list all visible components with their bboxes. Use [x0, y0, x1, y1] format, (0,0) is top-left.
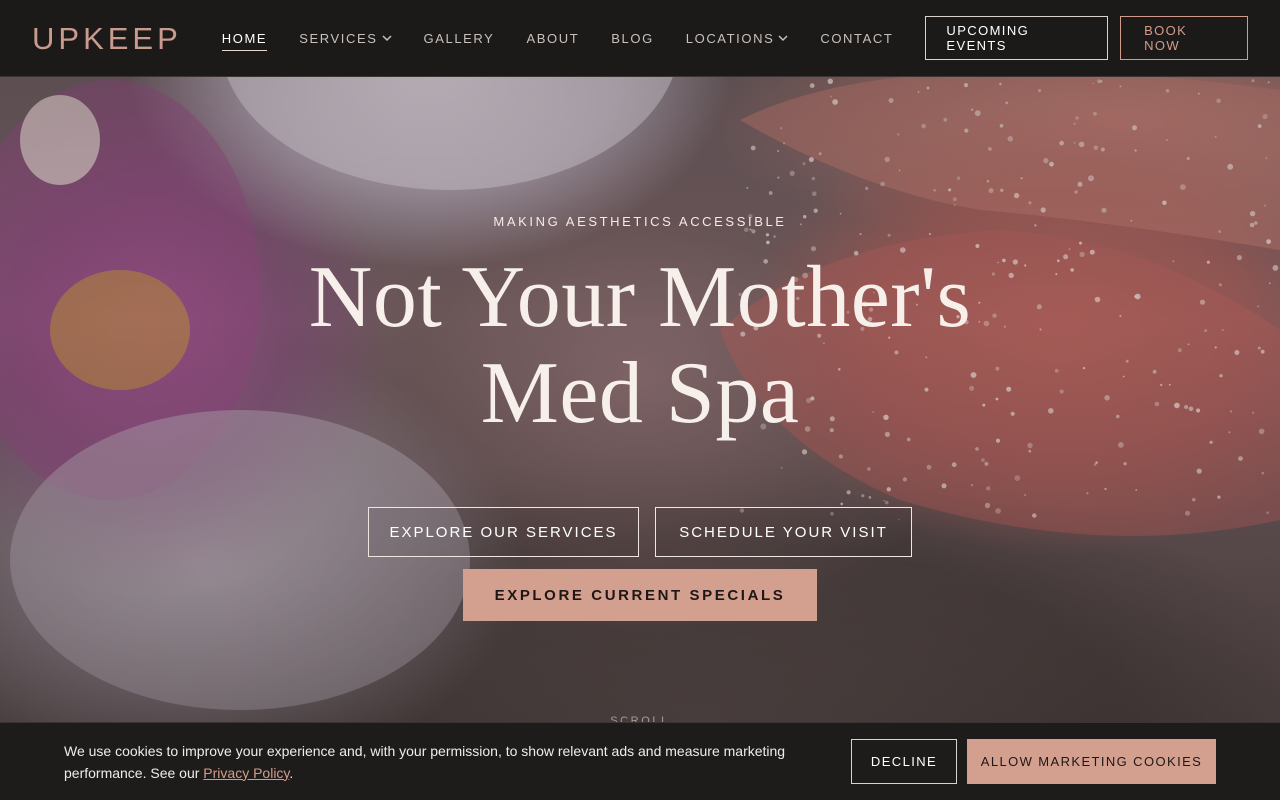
decline-cookies-button[interactable]: DECLINE [851, 739, 957, 784]
nav-gallery-label: GALLERY [423, 30, 495, 46]
book-now-button[interactable]: BOOK NOW [1120, 16, 1248, 60]
cookie-text-end: . [289, 764, 294, 781]
hero-eyebrow: MAKING AESTHETICS ACCESSIBLE [493, 214, 787, 229]
upcoming-events-button[interactable]: UPCOMING EVENTS [925, 16, 1109, 60]
site-header: UPKEEP HOME SERVICES GALLERY ABOUT BLOG … [0, 0, 1280, 77]
nav-blog-label: BLOG [611, 30, 654, 46]
cookie-banner: We use cookies to improve your experienc… [0, 722, 1280, 800]
allow-marketing-cookies-button[interactable]: ALLOW MARKETING COOKIES [967, 739, 1216, 784]
explore-specials-button[interactable]: EXPLORE CURRENT SPECIALS [463, 569, 817, 621]
cookie-text-main: We use cookies to improve your experienc… [64, 742, 786, 781]
nav-home-label: HOME [221, 30, 268, 46]
nav-contact[interactable]: CONTACT [820, 0, 893, 76]
nav-home[interactable]: HOME [221, 0, 268, 76]
nav-services[interactable]: SERVICES [299, 0, 392, 76]
hero-headline: Not Your Mother's Med Spa [0, 250, 1280, 442]
cookie-message: We use cookies to improve your experienc… [64, 740, 824, 784]
chevron-down-icon [778, 35, 788, 42]
nav-blog[interactable]: BLOG [611, 0, 654, 76]
main-nav: HOME SERVICES GALLERY ABOUT BLOG LOCATIO… [221, 0, 926, 76]
chevron-down-icon [381, 35, 392, 42]
nav-about-label: ABOUT [526, 30, 580, 46]
nav-contact-label: CONTACT [820, 30, 894, 46]
hero-headline-line1: Not Your Mother's [308, 249, 972, 346]
hero-headline-line2: Med Spa [480, 345, 800, 442]
upkeep-logo[interactable]: UPKEEP [32, 21, 182, 57]
explore-services-button[interactable]: EXPLORE OUR SERVICES [368, 507, 639, 557]
nav-locations-label: LOCATIONS [685, 30, 775, 46]
nav-services-label: SERVICES [299, 30, 378, 46]
nav-gallery[interactable]: GALLERY [424, 0, 495, 76]
nav-locations[interactable]: LOCATIONS [686, 0, 789, 76]
schedule-visit-button[interactable]: SCHEDULE YOUR VISIT [655, 507, 912, 557]
nav-about[interactable]: ABOUT [526, 0, 579, 76]
privacy-policy-link[interactable]: Privacy Policy [203, 765, 289, 781]
